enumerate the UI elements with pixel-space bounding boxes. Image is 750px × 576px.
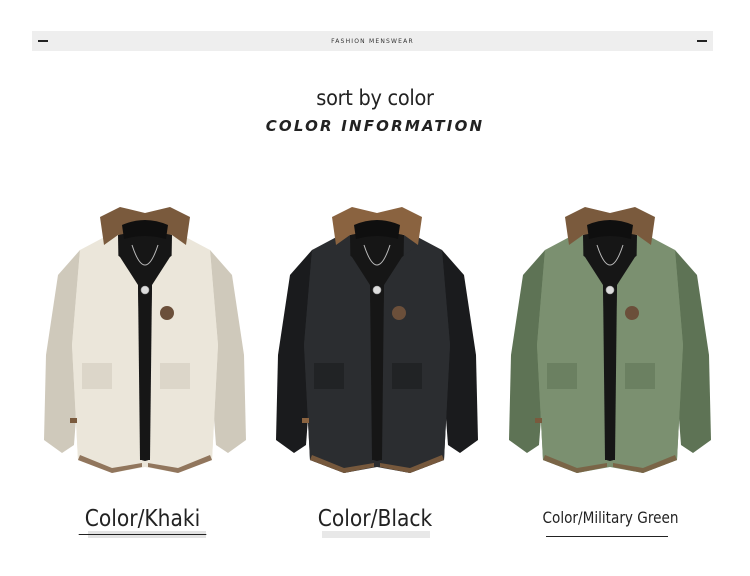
left-front xyxy=(537,245,607,473)
brand-name: FASHION MENSWEAR xyxy=(331,37,414,45)
dash-icon xyxy=(38,40,48,42)
jacket-khaki-image xyxy=(44,207,246,473)
pocket-right xyxy=(625,363,655,389)
color-label-green[interactable]: Color/Military Green xyxy=(540,508,680,527)
color-label-black[interactable]: Color/Black xyxy=(309,506,441,532)
right-front xyxy=(380,245,450,473)
brand-banner: FASHION MENSWEAR xyxy=(32,31,713,51)
pendant xyxy=(605,285,615,295)
left-front xyxy=(304,245,374,473)
right-front xyxy=(148,245,218,473)
tee-strip xyxy=(370,285,384,460)
dash-icon xyxy=(697,40,707,42)
jacket-black-image xyxy=(276,207,478,473)
jacket-graphic xyxy=(44,207,246,473)
pocket-left xyxy=(314,363,344,389)
pendant xyxy=(140,285,150,295)
pendant xyxy=(372,285,382,295)
label-underline xyxy=(546,536,668,537)
logo-badge xyxy=(160,306,174,320)
pocket-left xyxy=(547,363,577,389)
pocket-right xyxy=(160,363,190,389)
product-image-black[interactable] xyxy=(272,205,482,480)
pocket-right xyxy=(392,363,422,389)
logo-badge xyxy=(392,306,406,320)
pocket-left xyxy=(82,363,112,389)
section-title: sort by color xyxy=(316,86,434,110)
label-highlight xyxy=(322,531,430,538)
tee-strip xyxy=(603,285,617,460)
logo-badge xyxy=(625,306,639,320)
jacket-graphic xyxy=(276,207,478,473)
jacket-green-image xyxy=(509,207,711,473)
color-label-khaki[interactable]: Color/Khaki xyxy=(78,506,207,535)
tee-strip xyxy=(138,285,152,460)
product-image-green[interactable] xyxy=(505,205,715,480)
section-subtitle: COLOR INFORMATION xyxy=(265,117,485,135)
jacket-graphic xyxy=(509,207,711,473)
right-front xyxy=(613,245,683,473)
left-front xyxy=(72,245,142,473)
product-image-khaki[interactable] xyxy=(40,205,250,480)
